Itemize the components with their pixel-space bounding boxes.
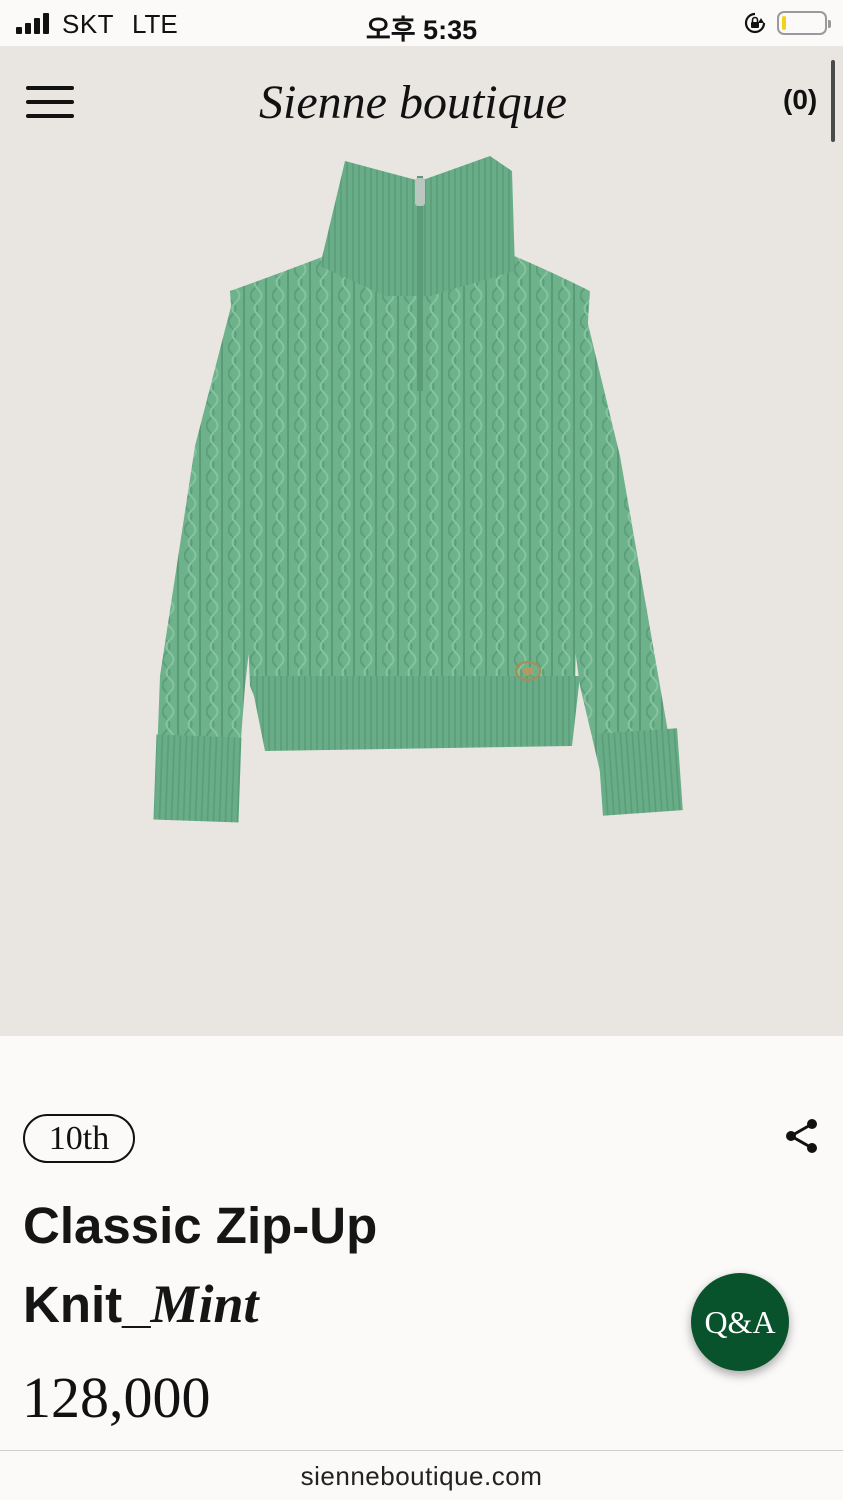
url-text: sienneboutique.com <box>300 1461 543 1491</box>
svg-text:Sienne boutique: Sienne boutique <box>259 76 567 129</box>
signal-strength-icon <box>16 12 54 34</box>
carrier-name: SKT <box>62 9 115 39</box>
product-title-line1: Classic Zip-Up <box>23 1197 378 1254</box>
status-time: 오후 5:35 <box>365 15 478 45</box>
browser-url-bar[interactable]: sienneboutique.com <box>0 1450 843 1500</box>
product-price: 128,000 <box>22 1365 211 1430</box>
orientation-lock-icon <box>744 12 766 34</box>
status-bar: SKT LTE 오후 5:35 <box>0 0 843 46</box>
share-icon[interactable] <box>782 1116 822 1156</box>
product-color-name: Mint <box>150 1274 259 1334</box>
product-hero: Sienne boutique (0) <box>0 46 843 1036</box>
scrollbar-thumb[interactable] <box>831 60 835 142</box>
network-type: LTE <box>132 9 178 39</box>
product-title-line2-prefix: Knit_ <box>23 1276 151 1333</box>
cart-count[interactable]: (0) <box>783 84 817 116</box>
product-image[interactable] <box>140 146 700 836</box>
hamburger-menu-icon[interactable] <box>26 86 74 118</box>
edition-badge: 10th <box>23 1114 135 1163</box>
battery-icon <box>777 11 831 35</box>
product-title: Classic Zip-Up Knit_Mint <box>23 1186 543 1344</box>
qa-button[interactable]: Q&A <box>691 1273 789 1371</box>
